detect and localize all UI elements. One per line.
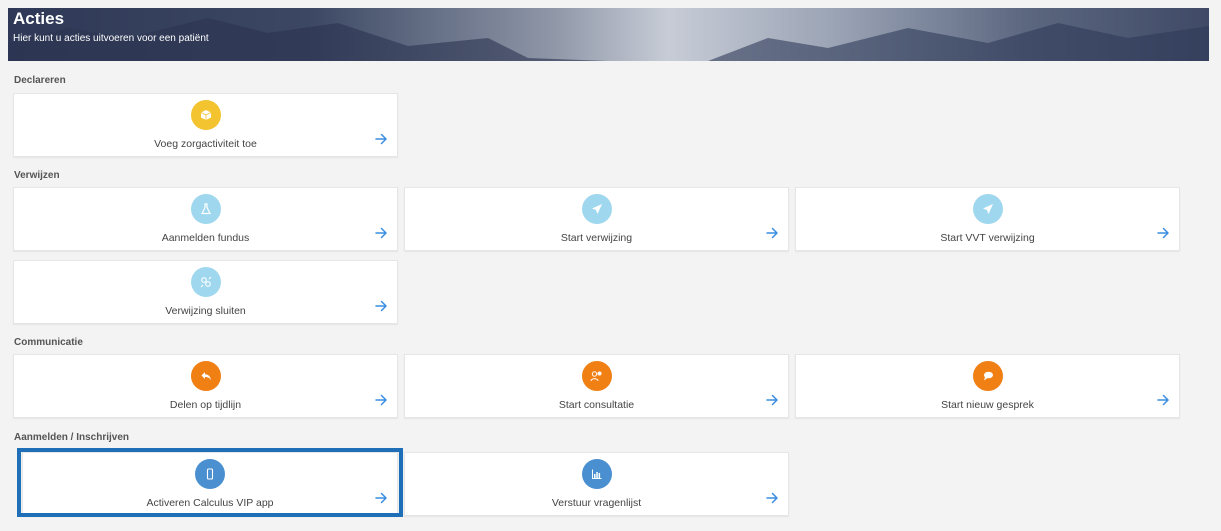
card-start-nieuw-gesprek[interactable]: Start nieuw gesprek [795,354,1180,418]
page-subtitle: Hier kunt u acties uitvoeren voor een pa… [13,33,209,44]
card-start-vvt-verwijzing[interactable]: Start VVT verwijzing [795,187,1180,251]
section-verwijzen: Verwijzen [14,170,60,181]
bar-chart-icon [581,459,612,489]
arrow-right-icon[interactable] [374,299,388,313]
card-label: Verwijzing sluiten [165,305,246,317]
flask-icon [190,194,221,224]
card-start-verwijzing[interactable]: Start verwijzing [404,187,789,251]
arrow-right-icon[interactable] [374,132,388,146]
card-voeg-zorgactiviteit[interactable]: Voeg zorgactiviteit toe [13,93,398,157]
card-label: Start consultatie [558,399,635,411]
unlink-icon [190,267,221,297]
arrow-right-icon[interactable] [1156,393,1170,407]
card-label: Start verwijzing [560,232,633,244]
paper-plane-icon [581,194,612,224]
section-declareren: Declareren [14,75,66,86]
users-icon [581,361,612,391]
paper-plane-icon [972,194,1003,224]
arrow-right-icon[interactable] [765,226,779,240]
card-label: Delen op tijdlijn [169,399,242,411]
cube-icon [190,100,221,130]
card-aanmelden-fundus[interactable]: Aanmelden fundus [13,187,398,251]
arrow-right-icon[interactable] [765,491,779,505]
page-title: Acties [13,9,65,28]
section-aanmelden-inschrijven: Aanmelden / Inschrijven [14,432,130,443]
arrow-right-icon[interactable] [374,393,388,407]
card-verstuur-vragenlijst[interactable]: Verstuur vragenlijst [404,452,789,516]
card-verwijzing-sluiten[interactable]: Verwijzing sluiten [13,260,398,324]
arrow-right-icon[interactable] [1156,226,1170,240]
card-label: Start nieuw gesprek [941,399,1034,411]
section-communicatie: Communicatie [14,337,83,348]
card-label: Aanmelden fundus [161,232,250,244]
arrow-right-icon[interactable] [765,393,779,407]
arrow-right-icon[interactable] [374,226,388,240]
page-header: Acties Hier kunt u acties uitvoeren voor… [8,8,1209,61]
reply-icon [190,361,221,391]
chat-icon [972,361,1003,391]
card-delen-op-tijdlijn[interactable]: Delen op tijdlijn [13,354,398,418]
card-start-consultatie[interactable]: Start consultatie [404,354,789,418]
card-label: Start VVT verwijzing [940,232,1035,244]
card-label: Verstuur vragenlijst [551,497,642,509]
highlight-frame [17,448,403,517]
card-label: Voeg zorgactiviteit toe [154,138,257,150]
